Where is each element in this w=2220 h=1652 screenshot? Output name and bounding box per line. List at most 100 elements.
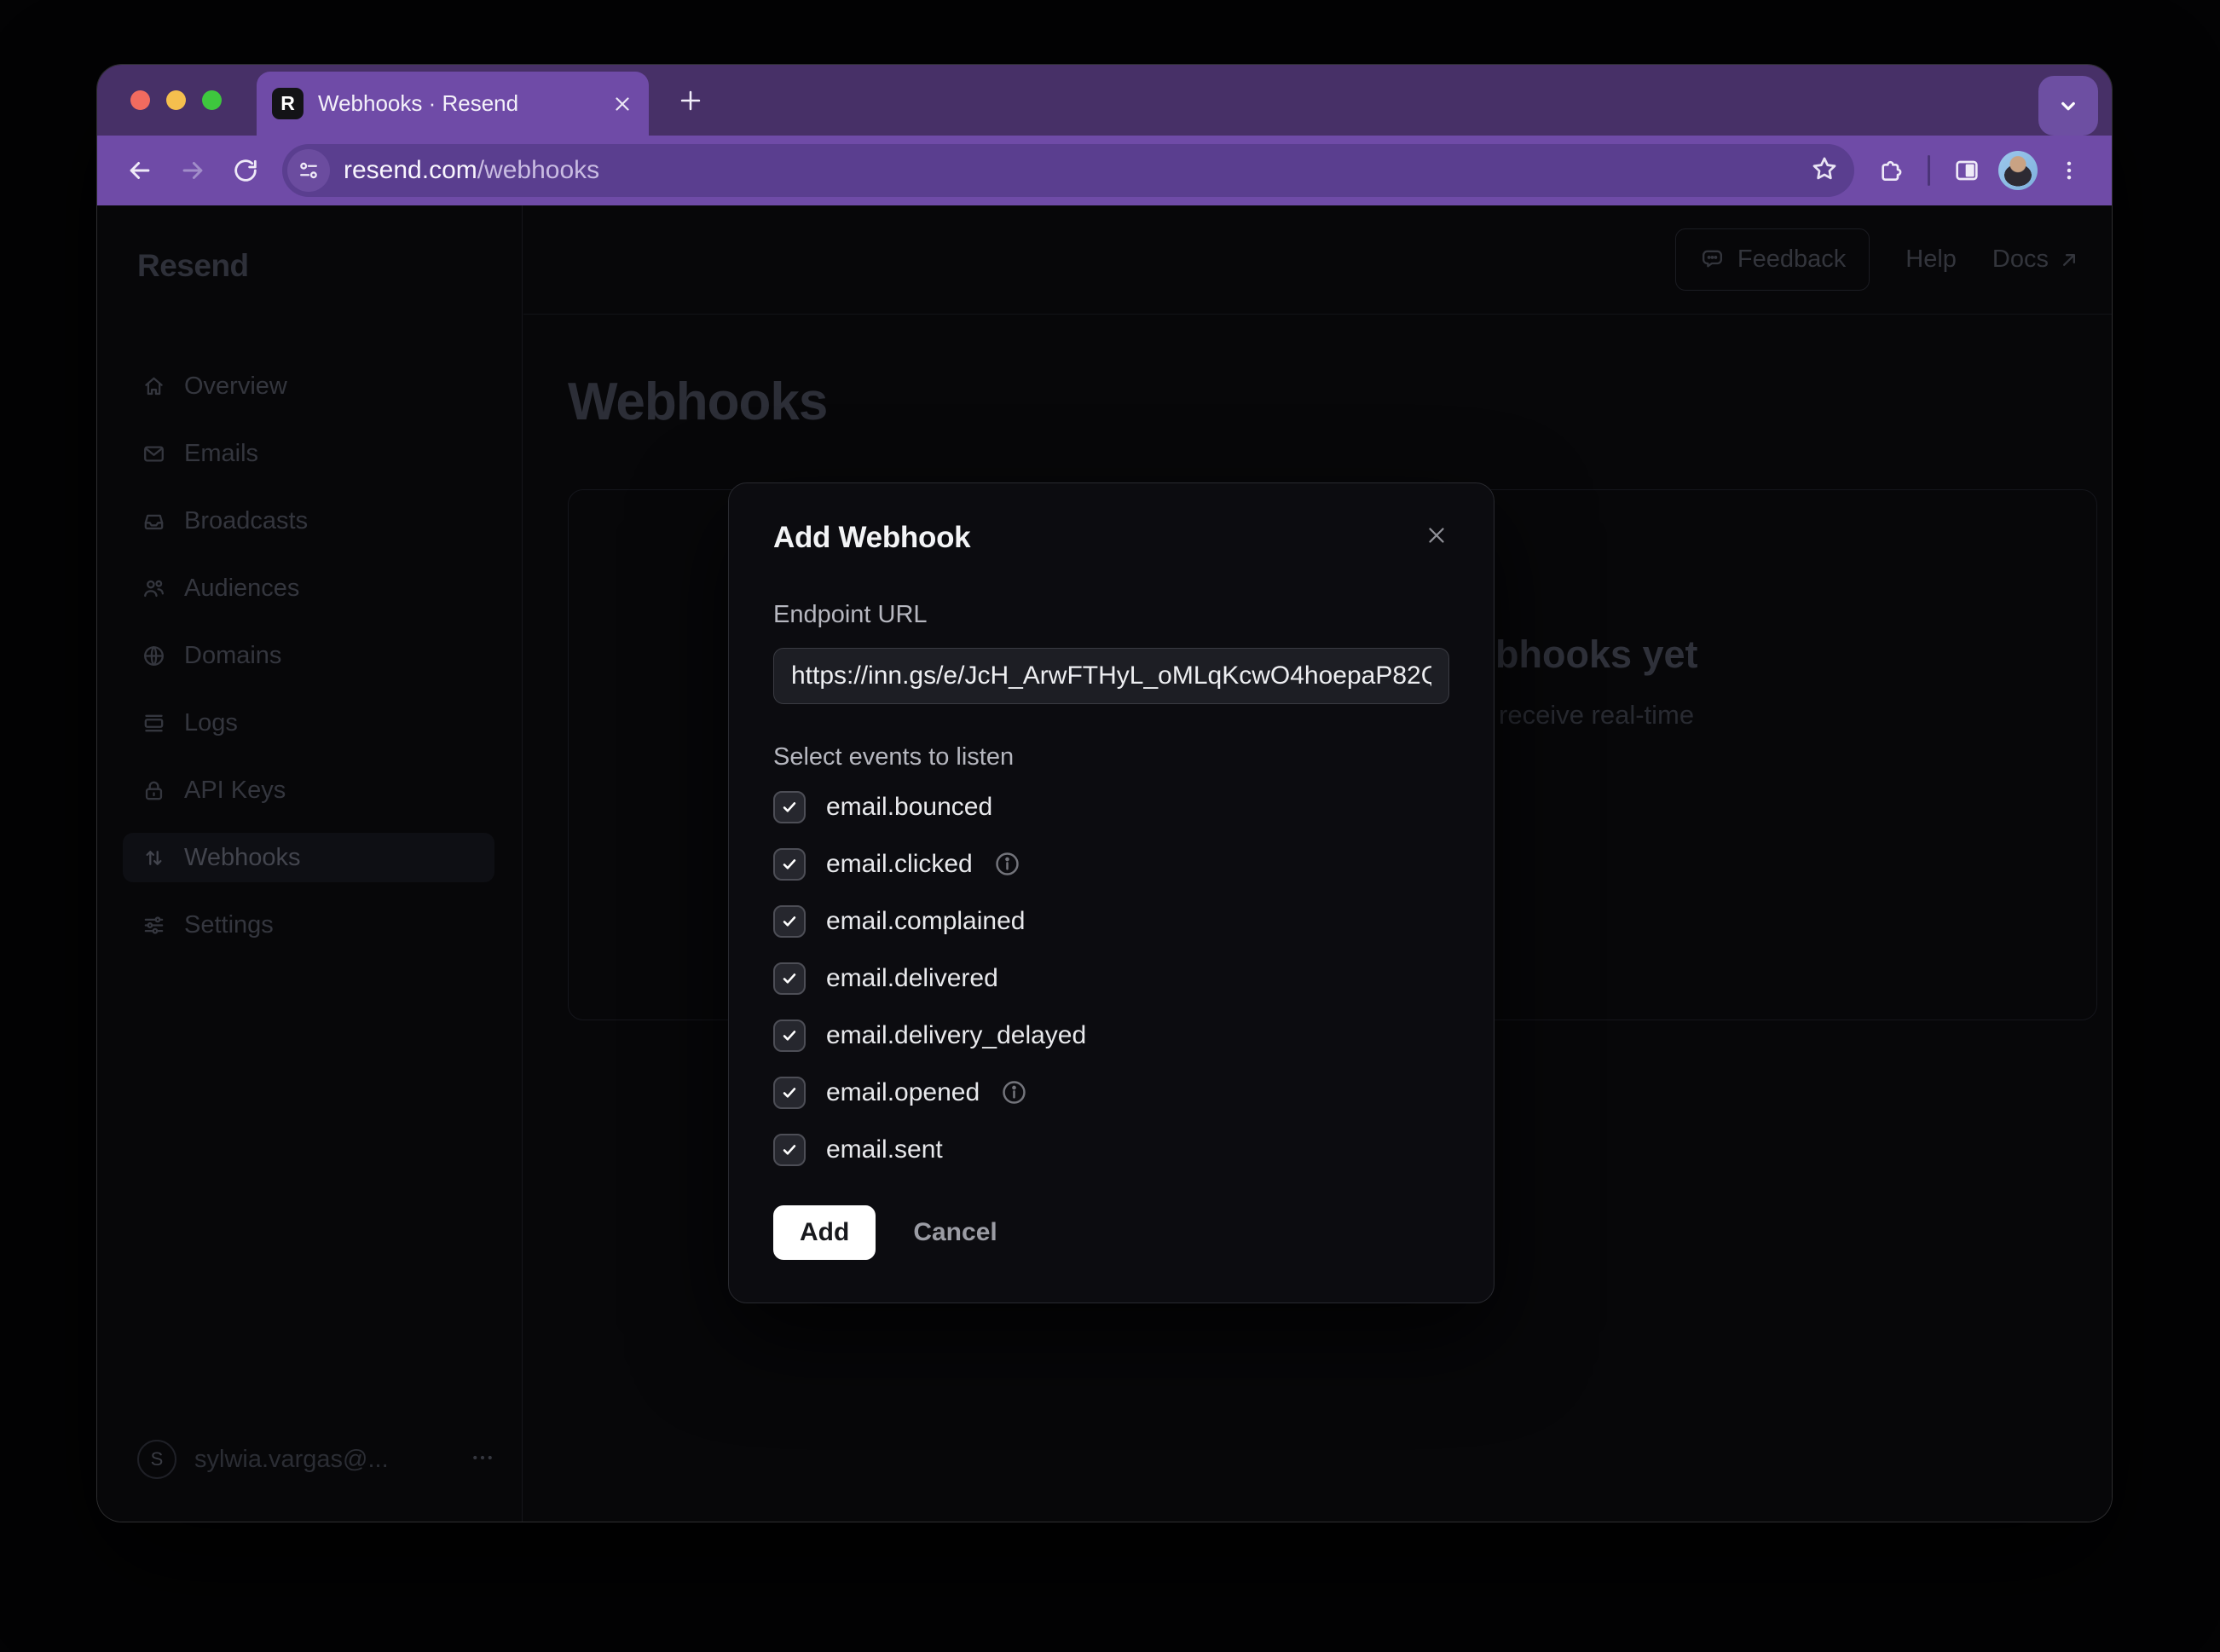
help-link[interactable]: Help: [1905, 245, 1957, 274]
kebab-menu-icon: [2057, 159, 2081, 182]
globe-icon: [142, 644, 166, 668]
address-bar[interactable]: resend.com/webhooks: [282, 144, 1854, 197]
extensions-button[interactable]: [1867, 147, 1915, 194]
sidebar-item-label: Settings: [184, 911, 274, 939]
feedback-label: Feedback: [1737, 245, 1846, 274]
sidebar-nav: Overview Emails Broadcasts Audiences: [123, 361, 494, 950]
info-icon[interactable]: [1000, 1078, 1028, 1106]
checkbox-email-complained[interactable]: [773, 905, 806, 938]
forward-button[interactable]: [169, 147, 217, 194]
docs-label: Docs: [1992, 245, 2049, 274]
sidebar-item-label: API Keys: [184, 777, 286, 805]
reload-button[interactable]: [222, 147, 269, 194]
sidebar-item-settings[interactable]: Settings: [123, 900, 494, 950]
check-icon: [780, 1026, 799, 1045]
mail-icon: [142, 442, 166, 466]
check-icon: [780, 798, 799, 817]
tab-webhooks-resend[interactable]: R Webhooks · Resend: [257, 72, 649, 136]
resend-favicon: R: [272, 88, 304, 119]
user-avatar: S: [137, 1440, 176, 1479]
add-button[interactable]: Add: [773, 1205, 876, 1260]
sidebar-item-broadcasts[interactable]: Broadcasts: [123, 496, 494, 546]
side-panel-button[interactable]: [1943, 147, 1991, 194]
event-name: email.opened: [826, 1078, 980, 1107]
plus-icon: [676, 86, 705, 115]
select-events-label: Select events to listen: [773, 743, 1449, 771]
account-switcher[interactable]: S sylwia.vargas@...: [137, 1440, 495, 1479]
sidebar-item-label: Webhooks: [184, 844, 301, 872]
event-row-email-clicked: email.clicked: [773, 835, 1449, 892]
docs-link[interactable]: Docs: [1992, 245, 2081, 274]
sidebar: Resend Overview Emails Broadcasts: [97, 205, 523, 1522]
site-settings-button[interactable]: [287, 149, 330, 192]
tab-search-chevron-button[interactable]: [2038, 76, 2098, 136]
modal-actions: Add Cancel: [773, 1205, 1449, 1260]
empty-state-description-fragment: receive real-time: [1499, 700, 1694, 731]
endpoint-url-input[interactable]: [773, 648, 1449, 704]
back-button[interactable]: [116, 147, 164, 194]
puzzle-icon: [1877, 157, 1905, 184]
event-name: email.clicked: [826, 850, 973, 879]
event-row-email-complained: email.complained: [773, 892, 1449, 950]
sidebar-item-emails[interactable]: Emails: [123, 429, 494, 478]
url-path: /webhooks: [477, 156, 599, 184]
checkbox-email-delivered[interactable]: [773, 962, 806, 995]
url-text: resend.com/webhooks: [344, 156, 1810, 185]
event-name: email.delivery_delayed: [826, 1021, 1086, 1050]
close-window-button[interactable]: [130, 90, 150, 110]
desktop-background: R Webhooks · Resend: [0, 0, 2220, 1652]
event-row-email-delivered: email.delivered: [773, 950, 1449, 1007]
sidebar-item-label: Audiences: [184, 575, 299, 603]
checkbox-email-bounced[interactable]: [773, 791, 806, 823]
checkbox-email-opened[interactable]: [773, 1077, 806, 1109]
user-menu-button[interactable]: [470, 1445, 495, 1475]
star-icon: [1810, 154, 1839, 183]
page-title: Webhooks: [568, 372, 827, 432]
sidebar-item-label: Logs: [184, 709, 238, 737]
cancel-button[interactable]: Cancel: [913, 1218, 997, 1247]
browser-tab-strip: R Webhooks · Resend: [97, 65, 2112, 136]
event-row-email-bounced: email.bounced: [773, 778, 1449, 835]
checkbox-email-delivery-delayed[interactable]: [773, 1020, 806, 1052]
sidebar-item-overview[interactable]: Overview: [123, 361, 494, 411]
page-header: Feedback Help Docs: [523, 205, 2112, 315]
browser-menu-button[interactable]: [2045, 147, 2093, 194]
close-icon: [1424, 523, 1449, 548]
tab-close-icon[interactable]: [611, 93, 633, 115]
maximize-window-button[interactable]: [202, 90, 222, 110]
sidebar-item-api-keys[interactable]: API Keys: [123, 765, 494, 815]
event-row-email-delivery-delayed: email.delivery_delayed: [773, 1007, 1449, 1064]
sidebar-item-domains[interactable]: Domains: [123, 631, 494, 680]
check-icon: [780, 1141, 799, 1159]
check-icon: [780, 1083, 799, 1102]
sidebar-item-webhooks[interactable]: Webhooks: [123, 833, 494, 882]
user-email: sylwia.vargas@...: [194, 1446, 452, 1474]
event-row-email-sent: email.sent: [773, 1121, 1449, 1178]
checkbox-email-clicked[interactable]: [773, 848, 806, 881]
modal-close-button[interactable]: [1424, 523, 1449, 552]
tray-icon: [142, 509, 166, 534]
ellipsis-icon: [470, 1445, 495, 1470]
sliders-icon: [142, 913, 166, 938]
empty-state-title-fragment: bhooks yet: [1495, 632, 1698, 677]
minimize-window-button[interactable]: [166, 90, 186, 110]
chat-bubble-icon: [1699, 246, 1726, 273]
tab-title: Webhooks · Resend: [318, 90, 611, 117]
arrow-right-icon: [178, 156, 207, 185]
sidebar-item-logs[interactable]: Logs: [123, 698, 494, 748]
users-icon: [142, 576, 166, 601]
feedback-button[interactable]: Feedback: [1675, 228, 1870, 291]
event-name: email.delivered: [826, 964, 998, 993]
info-circle-icon: [993, 850, 1021, 878]
bookmark-button[interactable]: [1810, 154, 1839, 188]
info-icon[interactable]: [993, 850, 1021, 878]
event-name: email.sent: [826, 1135, 943, 1164]
sidebar-item-label: Overview: [184, 373, 287, 401]
lock-icon: [142, 778, 166, 803]
sidebar-item-audiences[interactable]: Audiences: [123, 563, 494, 613]
checkbox-email-sent[interactable]: [773, 1134, 806, 1166]
arrows-up-down-icon: [142, 846, 166, 870]
new-tab-button[interactable]: [660, 65, 721, 136]
event-name: email.complained: [826, 907, 1025, 936]
profile-avatar[interactable]: [1998, 151, 2038, 190]
